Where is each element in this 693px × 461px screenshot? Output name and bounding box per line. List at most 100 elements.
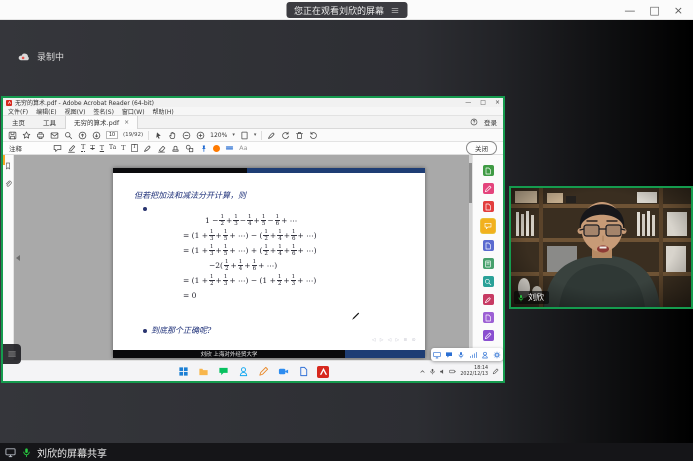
bullet-icon	[143, 207, 147, 211]
page-up-icon[interactable]	[78, 131, 87, 140]
acrobat-minimize-button[interactable]: —	[465, 99, 471, 106]
star-icon[interactable]	[22, 131, 31, 140]
battery-icon[interactable]	[449, 368, 456, 375]
email-icon[interactable]	[50, 131, 59, 140]
pen-icon[interactable]	[267, 131, 276, 140]
mic-status-icon	[21, 447, 32, 458]
bookmark-icon[interactable]	[4, 162, 12, 170]
menu-item[interactable]: 视图(V)	[65, 107, 86, 116]
file-explorer-icon[interactable]	[197, 366, 209, 378]
zoom-level-label[interactable]: 120%	[210, 132, 227, 139]
more-tools-icon[interactable]	[483, 330, 494, 341]
page-number-input[interactable]	[106, 131, 118, 139]
chevron-up-icon[interactable]	[419, 368, 426, 375]
notification-pen-icon[interactable]	[492, 368, 499, 375]
combine-files-icon[interactable]	[483, 240, 494, 251]
acrobat-close-button[interactable]: ×	[495, 99, 500, 106]
collapse-panel-arrow-icon[interactable]	[16, 255, 20, 261]
rotate-icon[interactable]	[281, 131, 290, 140]
monitor-icon[interactable]	[433, 351, 441, 359]
eraser-icon[interactable]	[157, 144, 166, 153]
highlighter-icon[interactable]	[67, 144, 76, 153]
hand-tool-icon[interactable]	[168, 131, 177, 140]
text-tool-plain-icon[interactable]: T	[121, 145, 125, 152]
trash-icon[interactable]	[295, 131, 304, 140]
start-icon[interactable]	[177, 366, 189, 378]
tab-close-icon[interactable]: ×	[124, 119, 129, 126]
shapes-icon[interactable]	[185, 144, 194, 153]
save-icon[interactable]	[8, 131, 17, 140]
participant-video[interactable]: 刘欣	[509, 186, 693, 309]
fill-sign-icon[interactable]	[483, 294, 494, 305]
acrobat-reader-icon[interactable]	[317, 366, 329, 378]
sign-in-button[interactable]: 登录	[484, 117, 497, 127]
zoom-caret-icon[interactable]: ▾	[232, 132, 235, 138]
menu-item[interactable]: 窗口(W)	[122, 107, 145, 116]
menu-item[interactable]: 帮助(H)	[153, 107, 174, 116]
person-icon[interactable]	[481, 351, 489, 359]
slide-nav-controls[interactable]: ◁ ▷ ◁ ▷ ≡ ⊙	[372, 338, 417, 343]
mic-icon[interactable]	[457, 351, 465, 359]
stamp-icon[interactable]	[171, 144, 180, 153]
export-pdf-icon[interactable]	[483, 165, 494, 176]
speaker-icon[interactable]	[439, 368, 446, 375]
menu-item[interactable]: 文件(F)	[8, 107, 28, 116]
meeting-panel-handle[interactable]	[3, 344, 21, 364]
undo-icon[interactable]	[309, 131, 318, 140]
acrobat-maximize-button[interactable]: □	[480, 99, 486, 106]
recording-label: 录制中	[37, 50, 64, 63]
create-pdf-icon[interactable]	[483, 201, 494, 212]
document-canvas[interactable]: 但若把加法和减法分开计算，则 1 − 12 + 13 − 14 + 15 − 1…	[14, 155, 469, 360]
comment-icon[interactable]	[481, 219, 495, 233]
annotation-color-swatch[interactable]	[213, 145, 220, 152]
chat-icon[interactable]	[445, 351, 453, 359]
signal-icon[interactable]	[469, 351, 477, 359]
docs-app-icon[interactable]	[297, 366, 309, 378]
page-view-caret-icon[interactable]: ▾	[254, 132, 257, 138]
text-tool-sub-icon[interactable]: Ta	[109, 145, 116, 151]
tools-pane	[472, 155, 503, 360]
organize-pages-icon[interactable]	[483, 258, 494, 269]
zoom-in-icon[interactable]	[196, 131, 205, 140]
edit-pdf-icon[interactable]	[483, 183, 494, 194]
select-cursor-icon[interactable]	[154, 131, 163, 140]
text-tool-caret-icon[interactable]: T	[81, 144, 85, 152]
menu-item[interactable]: 签名(S)	[93, 107, 114, 116]
close-comment-toolbar-button[interactable]: 关闭	[466, 141, 497, 155]
maximize-button[interactable]: □	[649, 5, 659, 16]
mic-icon[interactable]	[429, 368, 436, 375]
fraction: 16	[252, 259, 258, 272]
text-tool-under-icon[interactable]: T	[100, 145, 104, 152]
tencent-meeting-icon[interactable]	[277, 366, 289, 378]
chat-app-icon[interactable]	[237, 366, 249, 378]
paperclip-icon[interactable]	[4, 180, 12, 188]
taskbar-clock[interactable]: 18:14 2022/12/13	[460, 366, 488, 378]
minimize-button[interactable]: —	[624, 5, 635, 16]
page-view-icon[interactable]	[240, 131, 249, 140]
pen-icon[interactable]	[143, 144, 152, 153]
acrobat-body: 但若把加法和减法分开计算，则 1 − 12 + 13 − 14 + 15 − 1…	[3, 155, 503, 360]
send-comments-icon[interactable]	[483, 312, 494, 323]
search-icon[interactable]	[64, 131, 73, 140]
banner-menu-icon[interactable]	[390, 6, 399, 15]
wechat-icon[interactable]	[217, 366, 229, 378]
text-tool-strike-icon[interactable]: T	[90, 145, 94, 152]
pin-icon[interactable]	[199, 144, 208, 153]
text-tool-box-icon[interactable]: T	[131, 144, 139, 152]
page-down-icon[interactable]	[92, 131, 101, 140]
print-icon[interactable]	[36, 131, 45, 140]
close-button[interactable]: ×	[674, 5, 683, 16]
help-icon[interactable]	[470, 118, 478, 126]
scan-ocr-icon[interactable]	[483, 276, 494, 287]
font-size-label[interactable]: Aa	[239, 144, 247, 152]
tab-home[interactable]: 主页	[3, 117, 34, 127]
gear-icon[interactable]	[493, 351, 501, 359]
tab-document[interactable]: 无穷的算术.pdf ×	[65, 116, 138, 129]
tab-tools[interactable]: 工具	[34, 117, 65, 127]
zoom-out-icon[interactable]	[182, 131, 191, 140]
menu-item[interactable]: 编辑(E)	[36, 107, 56, 116]
notes-app-icon[interactable]	[257, 366, 269, 378]
watching-banner[interactable]: 您正在观看刘欣的屏幕	[286, 2, 407, 18]
comment-bubble-icon[interactable]	[53, 144, 62, 153]
line-weight-icon[interactable]	[225, 144, 234, 153]
